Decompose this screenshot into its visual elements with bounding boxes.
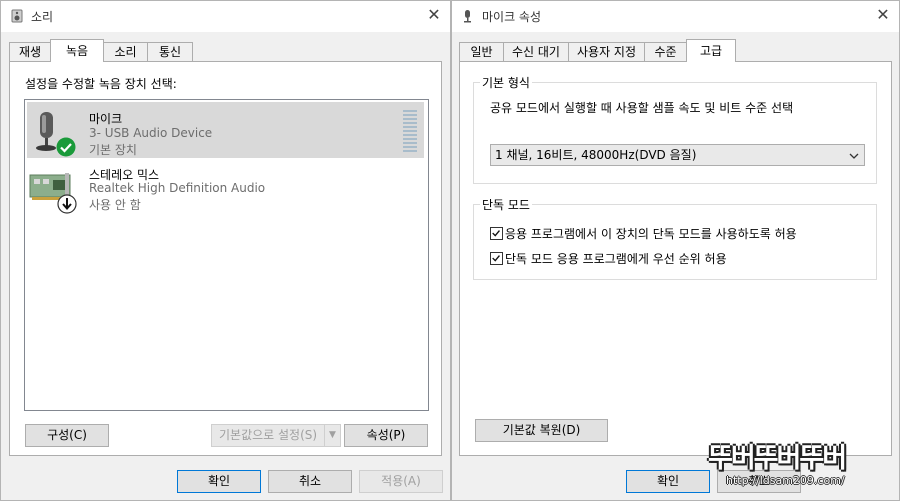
list-item-microphone[interactable]: 마이크 3- USB Audio Device 기본 장치 bbox=[27, 102, 424, 158]
checkmark-icon bbox=[492, 230, 500, 237]
tab-recording[interactable]: 녹음 bbox=[50, 39, 104, 62]
mic-properties-titlebar: 마이크 속성 ✕ bbox=[452, 1, 899, 32]
tab-playback[interactable]: 재생 bbox=[9, 42, 51, 62]
speaker-icon bbox=[11, 9, 23, 23]
allow-exclusive-checkbox[interactable] bbox=[490, 227, 503, 240]
watermark-url: http://ldsam209.com/ bbox=[726, 474, 845, 487]
ok-button[interactable]: 확인 bbox=[177, 470, 261, 493]
tab-advanced[interactable]: 고급 bbox=[686, 39, 736, 62]
format-select-value: 1 채널, 16비트, 48000Hz(DVD 음질) bbox=[495, 148, 697, 162]
tab-sounds[interactable]: 소리 bbox=[103, 42, 148, 62]
mic-properties-dialog: 마이크 속성 ✕ 일반 수신 대기 사용자 지정 수준 고급 기본 형식 공유 … bbox=[451, 0, 900, 501]
exclusive-priority-checkbox[interactable] bbox=[490, 252, 503, 265]
tab-custom[interactable]: 사용자 지정 bbox=[568, 42, 645, 62]
sound-dialog: 소리 ✕ 재생 녹음 소리 통신 설정을 수정할 녹음 장치 선택: 마이크 3… bbox=[0, 0, 451, 501]
recording-tab-panel: 설정을 수정할 녹음 장치 선택: 마이크 3- USB Audio Devic… bbox=[9, 61, 442, 456]
device-status: 사용 안 함 bbox=[89, 198, 141, 212]
tab-label: 수준 bbox=[654, 45, 677, 59]
tab-label: 사용자 지정 bbox=[576, 45, 636, 59]
set-default-button[interactable]: 기본값으로 설정(S) ▼ bbox=[211, 424, 341, 447]
format-select[interactable]: 1 채널, 16비트, 48000Hz(DVD 음질) bbox=[490, 144, 865, 166]
allow-exclusive-label[interactable]: 응용 프로그램에서 이 장치의 단독 모드를 사용하도록 허용 bbox=[505, 225, 797, 242]
advanced-tab-panel: 기본 형식 공유 모드에서 실행할 때 사용할 샘플 속도 및 비트 수준 선택… bbox=[459, 61, 892, 456]
mic-properties-title: 마이크 속성 bbox=[482, 10, 542, 24]
cancel-button[interactable]: 취소 bbox=[268, 470, 352, 493]
tab-listen[interactable]: 수신 대기 bbox=[503, 42, 569, 62]
sound-dialog-titlebar: 소리 ✕ bbox=[1, 1, 450, 32]
group-label: 기본 형식 bbox=[480, 74, 532, 91]
set-default-label: 기본값으로 설정(S) bbox=[219, 428, 318, 442]
exclusive-priority-label[interactable]: 단독 모드 응용 프로그램에게 우선 순위 허용 bbox=[505, 250, 727, 267]
instruction-text: 설정을 수정할 녹음 장치 선택: bbox=[25, 77, 177, 91]
tab-general[interactable]: 일반 bbox=[459, 42, 504, 62]
device-name: 마이크 bbox=[89, 112, 123, 126]
microphone-icon bbox=[464, 10, 471, 23]
device-description: 3- USB Audio Device bbox=[89, 126, 213, 140]
close-icon[interactable]: ✕ bbox=[875, 7, 891, 23]
ok-button[interactable]: 확인 bbox=[626, 470, 710, 493]
sound-dialog-title: 소리 bbox=[31, 10, 54, 24]
watermark-logo: 뚜버뚜버뚜버 bbox=[708, 436, 894, 476]
tab-communications[interactable]: 통신 bbox=[147, 42, 193, 62]
tab-label: 고급 bbox=[699, 44, 723, 58]
apply-button[interactable]: 적용(A) bbox=[359, 470, 443, 493]
tab-label: 수신 대기 bbox=[512, 45, 560, 59]
device-list[interactable]: 마이크 3- USB Audio Device 기본 장치 스테레오 믹스 Re… bbox=[24, 99, 429, 411]
tab-levels[interactable]: 수준 bbox=[644, 42, 687, 62]
restore-defaults-button[interactable]: 기본값 복원(D) bbox=[475, 419, 608, 442]
watermark-logo-text: 뚜버뚜버뚜버 bbox=[708, 443, 847, 474]
tab-label: 일반 bbox=[470, 45, 493, 59]
format-description: 공유 모드에서 실행할 때 사용할 샘플 속도 및 비트 수준 선택 bbox=[490, 101, 794, 115]
device-description: Realtek High Definition Audio bbox=[89, 181, 266, 195]
properties-button[interactable]: 속성(P) bbox=[344, 424, 428, 447]
list-item-stereo-mix[interactable]: 스테레오 믹스 Realtek High Definition Audio 사용… bbox=[27, 160, 424, 216]
level-meter bbox=[403, 110, 417, 154]
tab-label: 통신 bbox=[158, 45, 182, 59]
close-icon[interactable]: ✕ bbox=[426, 7, 442, 23]
group-label: 단독 모드 bbox=[480, 196, 532, 213]
chevron-down-icon[interactable]: ▼ bbox=[324, 425, 340, 446]
chevron-down-icon bbox=[849, 153, 859, 159]
tab-label: 재생 bbox=[18, 45, 42, 59]
disabled-arrow-badge-icon bbox=[57, 194, 77, 214]
device-status: 기본 장치 bbox=[89, 143, 137, 157]
exclusive-mode-group: 단독 모드 응용 프로그램에서 이 장치의 단독 모드를 사용하도록 허용 단독… bbox=[473, 196, 877, 280]
checkmark-icon bbox=[492, 255, 500, 262]
default-format-group: 기본 형식 공유 모드에서 실행할 때 사용할 샘플 속도 및 비트 수준 선택… bbox=[473, 74, 877, 184]
configure-button[interactable]: 구성(C) bbox=[25, 424, 109, 447]
tab-label: 녹음 bbox=[65, 44, 89, 58]
default-check-badge-icon bbox=[56, 137, 76, 157]
tab-label: 소리 bbox=[114, 45, 137, 59]
